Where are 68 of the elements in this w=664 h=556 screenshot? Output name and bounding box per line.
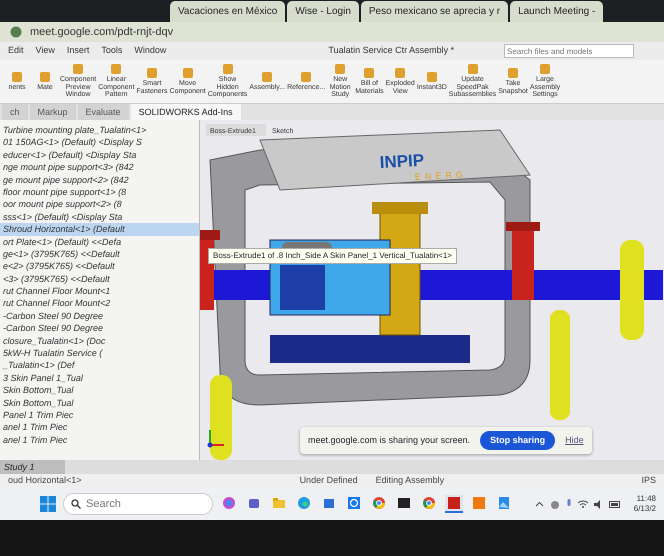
clock[interactable]: 11:48 6/13/2 xyxy=(634,494,656,514)
tree-item[interactable]: Skin Bottom_Tual xyxy=(0,384,199,397)
menu-item[interactable]: Insert xyxy=(66,44,90,58)
tree-item[interactable]: nge mount pipe support<3> (842 xyxy=(0,161,199,174)
sharing-message: meet.google.com is sharing your screen. xyxy=(308,434,470,447)
tree-item[interactable]: rut Channel Floor Mount<1 xyxy=(0,285,199,298)
tree-item[interactable]: Skin Bottom_Tual xyxy=(0,396,199,409)
menu-item[interactable]: Edit xyxy=(8,44,24,58)
units-label[interactable]: IPS xyxy=(641,474,656,488)
battery-icon[interactable] xyxy=(608,500,621,508)
browser-tab[interactable]: Launch Meeting - xyxy=(510,1,604,22)
site-icon xyxy=(10,26,22,38)
browser-tab[interactable]: Wise - Login xyxy=(287,1,359,22)
tree-item[interactable]: Turbine mounting plate_Tualatin<1> xyxy=(0,124,199,136)
status-text: oud Horizontal<1> xyxy=(8,474,82,488)
tree-item[interactable]: educer<1> (Default) <Display Sta xyxy=(0,148,199,162)
study-tab[interactable]: Study 1 xyxy=(0,460,65,474)
tree-item[interactable]: -Carbon Steel 90 Degree xyxy=(0,322,199,335)
menu-item[interactable]: View xyxy=(36,44,55,58)
date-text: 6/13/2 xyxy=(634,504,656,514)
microphone-icon[interactable] xyxy=(566,499,572,509)
hide-link[interactable]: Hide xyxy=(565,434,584,447)
tree-item[interactable]: closure_Tualatin<1> (Doc xyxy=(0,334,199,348)
search-icon xyxy=(71,499,81,509)
cad-app-icon[interactable] xyxy=(445,495,463,513)
tree-item[interactable]: 5kW-H Tualatin Service ( xyxy=(0,347,199,360)
tooltip: Boss-Extrude1 of .8 Inch_Side A Skin Panel_1 Vertical_Tualatin<1> xyxy=(208,248,457,264)
logo-text: INPIP xyxy=(379,150,425,172)
address-bar[interactable]: meet.google.com/pdt-rnjt-dqv xyxy=(30,24,174,40)
command-tab[interactable]: Evaluate xyxy=(78,104,129,120)
tree-item[interactable]: anel 1 Trim Piec xyxy=(0,434,199,446)
tree-item[interactable]: rut Channel Floor Mount<2 xyxy=(0,297,199,310)
menu-item[interactable]: Tools xyxy=(101,44,122,58)
cloud-icon[interactable] xyxy=(550,500,560,508)
tree-item[interactable]: <3> (3795K765) <<Default xyxy=(0,272,199,286)
speaker-icon[interactable] xyxy=(594,500,603,508)
tree-item[interactable]: 3 Skin Panel 1_Tual xyxy=(0,372,199,384)
chevron-up-icon[interactable] xyxy=(534,500,544,508)
tree-item[interactable]: _Tualatin<1> (Def xyxy=(0,359,199,372)
tree-item[interactable]: sss<1> (Default) <Display Sta xyxy=(0,210,199,224)
status-text: Editing Assembly xyxy=(376,474,444,488)
browser-tab[interactable]: Vacaciones en México xyxy=(170,1,286,22)
status-text: Under Defined xyxy=(300,474,358,488)
menu-item[interactable]: Window xyxy=(134,44,166,58)
tree-item[interactable]: anel 1 Trim Piec xyxy=(0,421,199,434)
logo-text: ENERG xyxy=(414,169,468,182)
tree-item[interactable]: ge<1> (3795K765) <<Default xyxy=(0,248,199,260)
stop-sharing-button[interactable]: Stop sharing xyxy=(480,430,556,450)
tree-item[interactable]: ge mount pipe support<2> (842 xyxy=(0,174,199,186)
command-tab[interactable]: ch xyxy=(2,104,28,120)
command-tab[interactable]: Markup xyxy=(30,104,76,120)
tree-item[interactable]: ort Plate<1> (Default) <<Defa xyxy=(0,236,199,248)
window-title: Tualatin Service Ctr Assembly * xyxy=(328,44,454,58)
tree-item[interactable]: floor mount pipe support<1> (8 xyxy=(0,186,199,198)
axis-triad-icon xyxy=(208,430,224,448)
search-field[interactable]: Search files and models xyxy=(504,44,634,58)
browser-tab[interactable]: Peso mexicano se aprecia y r xyxy=(360,1,508,22)
tree-item[interactable]: oor mount pipe support<2> (8 xyxy=(0,198,199,211)
time-text: 11:48 xyxy=(636,494,656,504)
tree-item[interactable]: -Carbon Steel 90 Degree xyxy=(0,310,199,322)
command-tab[interactable]: SOLIDWORKS Add-Ins xyxy=(130,104,241,120)
start-icon[interactable] xyxy=(40,496,56,512)
tree-item[interactable]: Panel 1 Trim Piec xyxy=(0,408,199,422)
wifi-icon[interactable] xyxy=(578,500,588,508)
tree-item[interactable]: e<2> (3795K765) <<Default xyxy=(0,260,199,273)
tree-item[interactable]: 01 150AG<1> (Default) <Display S xyxy=(0,136,199,149)
tree-item[interactable]: Shroud Horizontal<1> (Default xyxy=(0,223,199,236)
taskbar-search-field[interactable]: Search xyxy=(63,493,213,515)
